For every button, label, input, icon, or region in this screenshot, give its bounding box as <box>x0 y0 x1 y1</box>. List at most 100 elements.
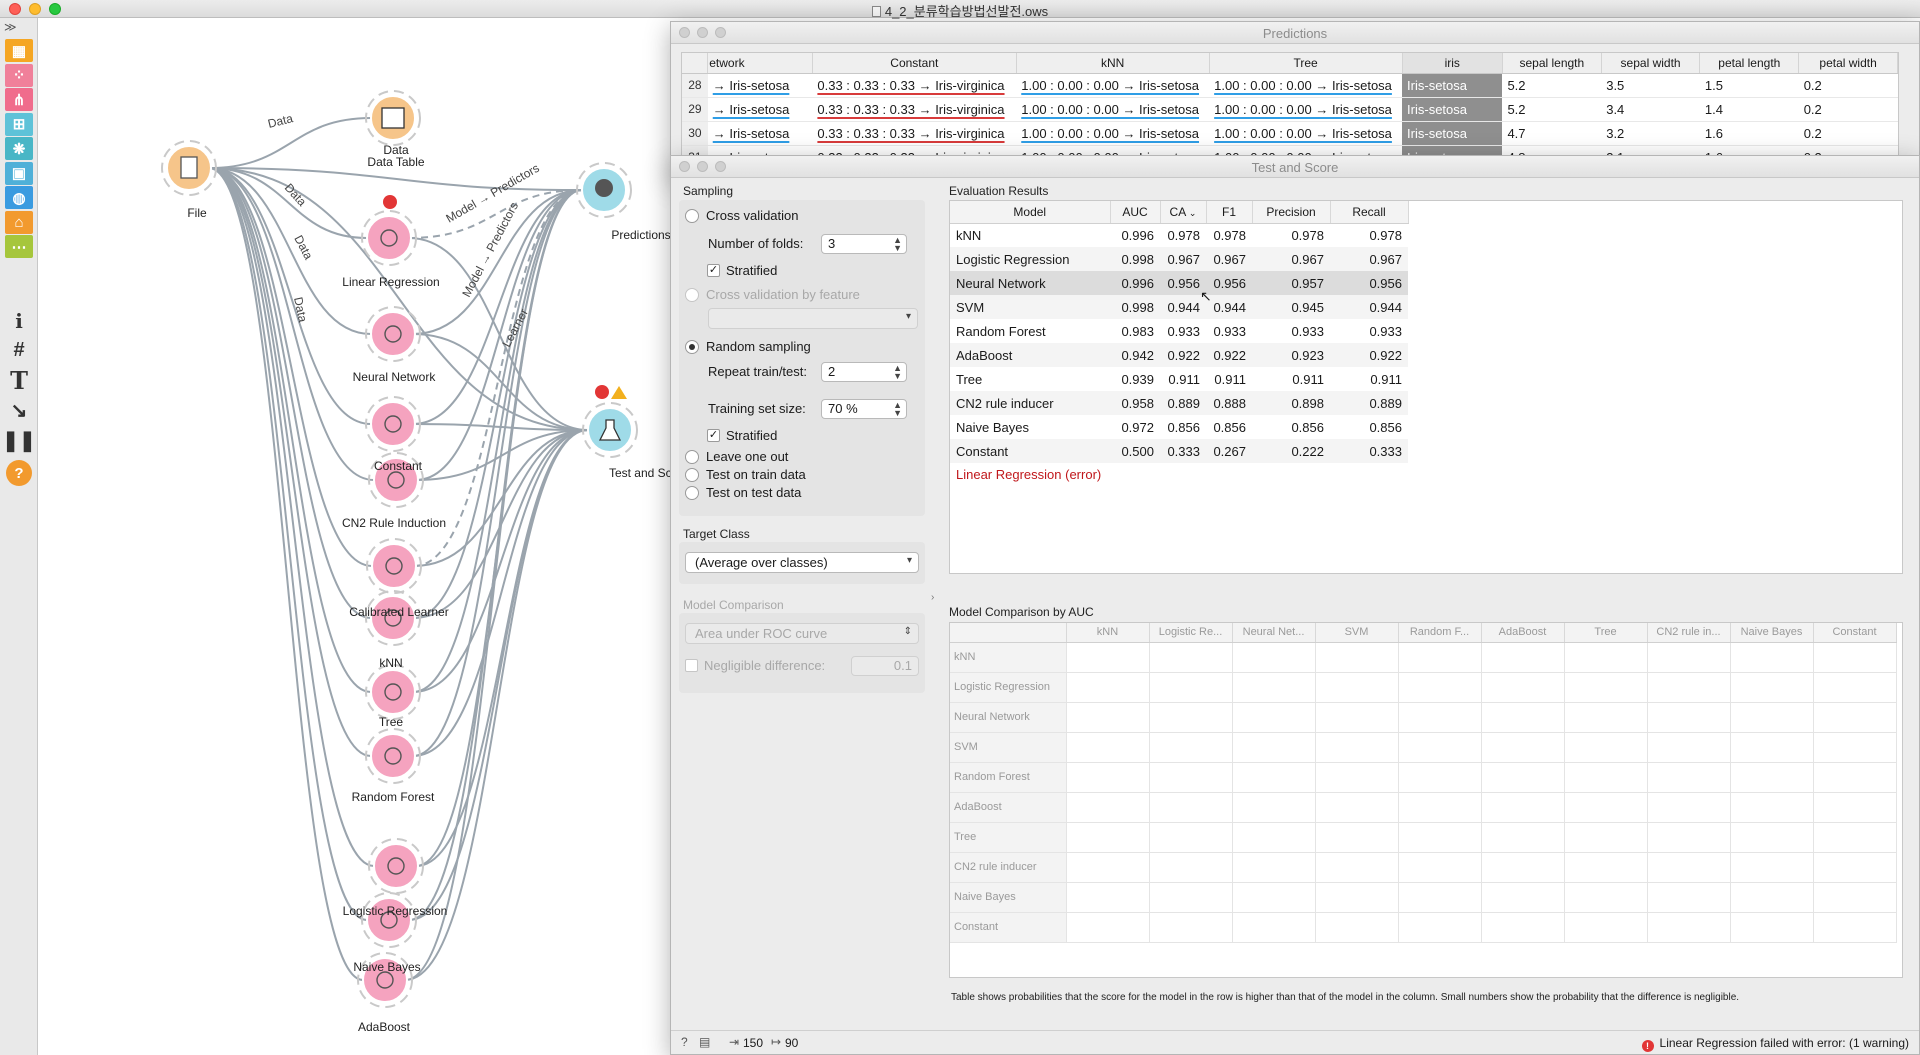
info-icon[interactable]: i <box>5 307 33 334</box>
eval-row[interactable]: Constant 0.500 0.333 0.267 0.222 0.333 <box>950 439 1408 463</box>
eval-row[interactable]: SVM 0.998 0.944 0.944 0.945 0.944 <box>950 295 1408 319</box>
help-icon[interactable]: ? <box>6 460 32 486</box>
column-header[interactable]: kNN <box>1016 53 1210 74</box>
data-table-icon[interactable]: ▦ <box>5 39 33 62</box>
eval-row[interactable]: kNN 0.996 0.978 0.978 0.978 0.978 <box>950 223 1408 247</box>
help-question-icon[interactable]: ? <box>681 1035 688 1049</box>
pause-icon[interactable]: ❚❚ <box>2 427 36 454</box>
column-header[interactable]: petal length <box>1699 53 1800 74</box>
cmp-row-header[interactable]: Naive Bayes <box>950 882 1067 913</box>
eval-row[interactable]: Logistic Regression 0.998 0.967 0.967 0.967 0… <box>950 247 1408 271</box>
cluster-icon[interactable]: ❋ <box>5 137 33 160</box>
spin-arrows-icon[interactable]: ▲ ▼ <box>893 401 902 418</box>
cmp-cell <box>1398 732 1482 763</box>
stratified-checkbox[interactable]: ✓ Stratified <box>707 263 777 278</box>
arrow-icon[interactable]: ↘ <box>5 397 33 424</box>
eval-row[interactable]: CN2 rule inducer 0.958 0.889 0.888 0.898 0.88… <box>950 391 1408 415</box>
cmp-column-header[interactable]: Neural Net... <box>1232 623 1316 643</box>
random-sampling-radio[interactable]: Random sampling <box>685 339 811 354</box>
cmp-row-header[interactable]: kNN <box>950 642 1067 673</box>
target-class-select[interactable]: (Average over classes) ▾ <box>685 552 919 573</box>
cmp-row-header[interactable]: AdaBoost <box>950 792 1067 823</box>
repeat-spinbox[interactable]: 2 ▲ ▼ <box>821 362 907 382</box>
report-icon[interactable]: ▤ <box>699 1035 710 1049</box>
cmp-column-header[interactable]: Tree <box>1564 623 1648 643</box>
cmp-row-header[interactable]: Tree <box>950 822 1067 853</box>
eval-col-f1[interactable]: F1 <box>1206 201 1253 224</box>
prediction-row[interactable]: 28 → Iris-setosa 0.33 : 0.33 : 0.33 → Iris… <box>682 73 1898 98</box>
eval-row[interactable]: Random Forest 0.983 0.933 0.933 0.933 0.933 <box>950 319 1408 343</box>
train-size-spinbox[interactable]: 70 % ▲ ▼ <box>821 399 907 419</box>
eval-col-model[interactable]: Model <box>950 201 1111 224</box>
cmp-column-header[interactable]: Random F... <box>1398 623 1482 643</box>
status-error[interactable]: ! Linear Regression failed with error: (1… <box>1641 1036 1909 1052</box>
output-count: 90 <box>785 1036 799 1050</box>
spin-arrows-icon[interactable]: ▲ ▼ <box>893 364 902 381</box>
eval-row[interactable]: Naive Bayes 0.972 0.856 0.856 0.856 0.856 <box>950 415 1408 439</box>
cv-by-feature-radio[interactable]: Cross validation by feature <box>685 287 860 302</box>
prediction-row[interactable]: 30 → Iris-setosa 0.33 : 0.33 : 0.33 → Iris… <box>682 121 1898 146</box>
eval-col-ca[interactable]: CA ⌄ <box>1160 201 1207 224</box>
column-header[interactable]: iris <box>1402 53 1503 74</box>
expand-toolbox-button[interactable]: ≫ <box>4 20 17 34</box>
negligible-value-field[interactable]: 0.1 <box>851 656 919 676</box>
cmp-column-header[interactable]: AdaBoost <box>1481 623 1565 643</box>
negligible-checkbox[interactable]: Negligible difference: <box>685 658 825 673</box>
cmp-column-header[interactable]: Constant <box>1813 623 1897 643</box>
cmp-row-header[interactable]: SVM <box>950 732 1067 763</box>
grid-hash-icon[interactable]: # <box>5 337 33 364</box>
cmp-row-header[interactable]: Random Forest <box>950 762 1067 793</box>
cmp-column-header[interactable]: CN2 rule in... <box>1647 623 1731 643</box>
cmp-column-header[interactable]: Naive Bayes <box>1730 623 1814 643</box>
eval-row[interactable]: AdaBoost 0.942 0.922 0.922 0.923 0.922 <box>950 343 1408 367</box>
cv-feature-select[interactable]: ▾ <box>708 308 918 329</box>
eval-results-table[interactable]: Model AUC CA ⌄ F1 Precision Recall kNN 0.… <box>949 200 1903 574</box>
eval-col-auc[interactable]: AUC <box>1110 201 1161 224</box>
cmp-cell <box>1066 702 1150 733</box>
metric-value: 0.933 <box>1167 323 1200 339</box>
prediction-cell: 3.5 <box>1601 73 1700 98</box>
eval-row[interactable]: Neural Network 0.996 0.956 0.956 0.957 0.956 <box>950 271 1408 295</box>
spin-arrows-icon[interactable]: ▲ ▼ <box>893 236 902 253</box>
node-label-random-forest: Random Forest <box>351 790 435 804</box>
cmp-column-header[interactable]: Logistic Re... <box>1149 623 1233 643</box>
column-header[interactable]: Constant <box>812 53 1017 74</box>
cmp-row-header[interactable]: Neural Network <box>950 702 1067 733</box>
column-header[interactable]: sepal length <box>1502 53 1602 74</box>
cmp-cell <box>1149 762 1233 793</box>
comparison-matrix[interactable]: kNN Logistic Re... Neural Net... SVM Random … <box>949 622 1903 978</box>
globe-icon[interactable]: ◍ <box>5 186 33 209</box>
grid-icon[interactable]: ⊞ <box>5 112 33 136</box>
column-header[interactable]: Tree <box>1209 53 1403 74</box>
text-icon[interactable]: T <box>5 366 33 395</box>
cmp-cell <box>1232 732 1316 763</box>
eval-col-precision[interactable]: Precision <box>1252 201 1331 224</box>
cmp-column-header[interactable]: SVM <box>1315 623 1399 643</box>
prediction-row[interactable]: 29 → Iris-setosa 0.33 : 0.33 : 0.33 → Iris… <box>682 97 1898 122</box>
eval-row[interactable]: Tree 0.939 0.911 0.911 0.911 0.911 <box>950 367 1408 391</box>
cross-validation-radio[interactable]: Cross validation <box>685 208 799 223</box>
image-icon[interactable]: ▣ <box>5 161 33 185</box>
test-on-test-radio[interactable]: Test on test data <box>685 485 801 500</box>
cmp-cell <box>1564 672 1648 703</box>
cmp-row-header[interactable]: Logistic Regression <box>950 672 1067 703</box>
test-on-train-radio[interactable]: Test on train data <box>685 467 806 482</box>
column-header[interactable]: sepal width <box>1601 53 1701 74</box>
panel-collapse-icon[interactable]: › <box>931 592 934 603</box>
tree-icon[interactable]: ⋔ <box>5 88 33 111</box>
stratified-2-checkbox[interactable]: ✓ Stratified <box>707 428 777 443</box>
cmp-row-header[interactable]: Constant <box>950 912 1067 943</box>
education-icon[interactable]: ⌂ <box>5 210 33 234</box>
folds-spinbox[interactable]: 3 ▲ ▼ <box>821 234 907 254</box>
cmp-cell <box>1315 882 1399 913</box>
comparison-metric-select[interactable]: Area under ROC curve ⇕ <box>685 623 919 644</box>
column-header[interactable]: etwork <box>707 53 813 74</box>
workflow-canvas[interactable]: Data Data Data Data Model → Predictors Model … <box>39 18 689 1055</box>
cmp-row-header[interactable]: CN2 rule inducer <box>950 852 1067 883</box>
cmp-column-header[interactable]: kNN <box>1066 623 1150 643</box>
scatter-plot-icon[interactable]: ⁘ <box>5 63 33 87</box>
eval-col-recall[interactable]: Recall <box>1330 201 1409 224</box>
leave-one-out-radio[interactable]: Leave one out <box>685 449 788 464</box>
spectroscopy-icon[interactable]: ⋯ <box>5 235 33 258</box>
column-header[interactable]: petal width <box>1798 53 1898 74</box>
